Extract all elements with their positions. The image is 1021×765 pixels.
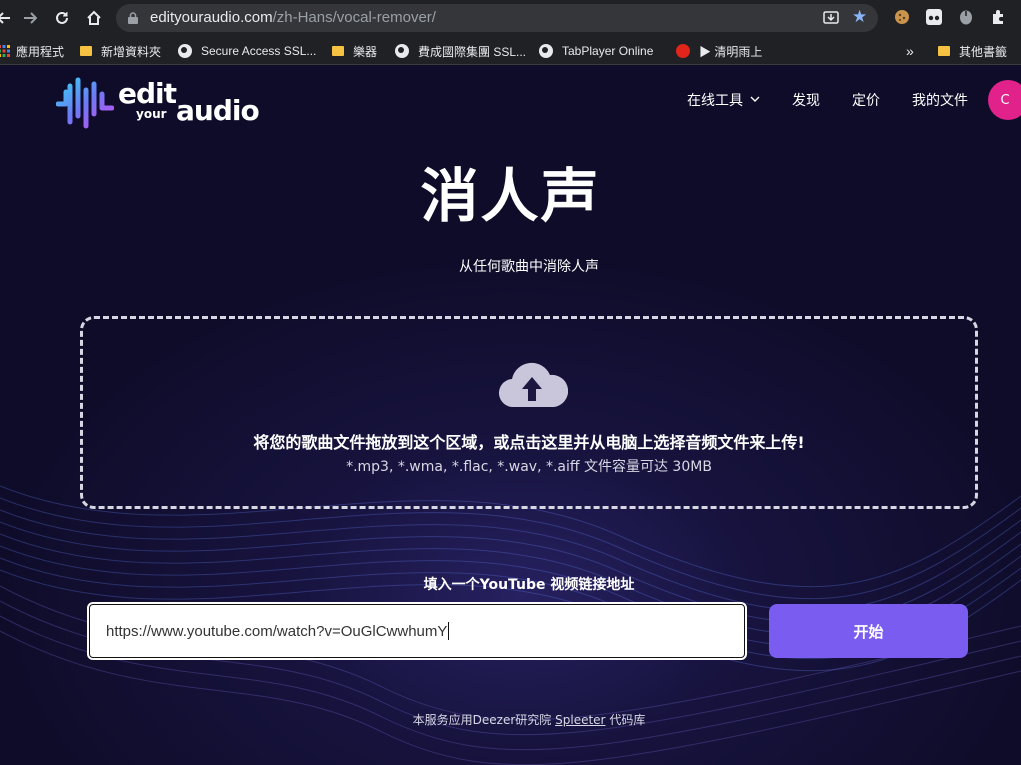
bookmark-label: 應用程式: [16, 44, 65, 59]
bookmark-label: ▶ 清明雨上: [699, 44, 763, 59]
cookie-extension-icon[interactable]: [892, 7, 912, 27]
dropzone-instruction: 将您的歌曲文件拖放到这个区域，或点击这里并从电脑上选择音频文件来上传!: [253, 433, 805, 452]
address-bar[interactable]: edityouraudio.com/zh-Hans/vocal-remover/…: [116, 4, 878, 32]
bookmark-secure-access-ssl[interactable]: Secure Access SSL...: [178, 42, 316, 60]
footer-prefix: 本服务应用Deezer研究院: [412, 713, 552, 727]
url-host: edityouraudio.com: [150, 9, 273, 26]
bookmark-label: 費成國際集團 SSL...: [418, 44, 527, 59]
youtube-link-label: 填入一个YouTube 视频链接地址: [423, 577, 635, 593]
forward-icon[interactable]: [16, 4, 44, 32]
youtube-url-input[interactable]: https://www.youtube.com/watch?v=OuGlCwwh…: [87, 602, 747, 660]
folder-icon: [938, 46, 950, 56]
bookmark-instruments[interactable]: 樂器: [332, 42, 377, 60]
text-caret: [448, 622, 450, 640]
url-text[interactable]: edityouraudio.com/zh-Hans/vocal-remover/: [150, 9, 436, 26]
browser-toolbar: edityouraudio.com/zh-Hans/vocal-remover/…: [0, 0, 1021, 36]
bookmark-qingming-yushang[interactable]: ▶ 清明雨上: [676, 42, 762, 60]
reload-icon[interactable]: [48, 4, 76, 32]
nav-pricing[interactable]: 定价: [852, 90, 880, 110]
file-dropzone[interactable]: 将您的歌曲文件拖放到这个区域，或点击这里并从电脑上选择音频文件来上传! *.mp…: [80, 316, 978, 509]
spleeter-link[interactable]: Spleeter: [555, 713, 605, 727]
bookmarks-overflow-button[interactable]: »: [906, 42, 914, 60]
bookmarks-bar: 應用程式 新增資料夾 Secure Access SSL... 樂器 費成國際集…: [0, 36, 1021, 65]
logo-text-edit: edit: [118, 77, 177, 110]
folder-icon: [80, 46, 92, 56]
bookmark-apps[interactable]: 應用程式: [0, 42, 64, 60]
bookmark-feicheng-ssl[interactable]: 費成國際集團 SSL...: [395, 42, 526, 60]
start-button[interactable]: 开始: [769, 604, 968, 658]
extension-glasses-icon[interactable]: [924, 7, 944, 27]
logo-text-your: your: [136, 107, 167, 121]
bookmark-label: 其他書籤: [959, 44, 1008, 59]
logo-text-audio: audio: [176, 94, 260, 127]
chevron-down-icon: [750, 96, 760, 102]
bookmark-label: 樂器: [353, 44, 378, 59]
url-path: /zh-Hans/vocal-remover/: [272, 9, 436, 26]
folder-icon: [332, 46, 344, 56]
page-title: 消人声: [420, 162, 601, 230]
bookmark-star-icon[interactable]: ★: [852, 7, 867, 27]
nav-online-tools-label: 在线工具: [687, 93, 743, 109]
audio-waveform-logo-icon: [56, 77, 114, 129]
user-avatar[interactable]: C: [988, 80, 1021, 120]
nav-discover[interactable]: 发现: [792, 90, 820, 110]
footer-credit: 本服务应用Deezer研究院 Spleeter 代码库: [0, 711, 1021, 728]
puzzle-extensions-icon[interactable]: [988, 7, 1008, 27]
apps-grid-icon: [0, 45, 10, 57]
nav-online-tools[interactable]: 在线工具: [687, 90, 760, 110]
home-icon[interactable]: [80, 4, 108, 32]
bookmark-new-folder[interactable]: 新增資料夾: [80, 42, 161, 60]
install-app-icon[interactable]: [822, 9, 840, 27]
globe-icon: [395, 44, 409, 58]
bookmark-label: 新增資料夾: [101, 44, 162, 59]
bookmark-label: TabPlayer Online: [562, 44, 654, 58]
dropzone-formats: *.mp3, *.wma, *.flac, *.wav, *.aiff 文件容量…: [346, 459, 712, 475]
nav-my-files[interactable]: 我的文件: [912, 90, 968, 110]
footer-suffix: 代码库: [609, 713, 646, 727]
cloud-upload-icon: [498, 362, 568, 408]
youtube-url-value: https://www.youtube.com/watch?v=OuGlCwwh…: [106, 622, 448, 640]
bookmark-label: Secure Access SSL...: [201, 44, 317, 58]
netease-music-icon: [676, 44, 690, 58]
extension-mouse-icon[interactable]: [956, 7, 976, 27]
site-logo[interactable]: edit your audio: [56, 74, 276, 130]
page-subtitle: 从任何歌曲中消除人声: [459, 259, 599, 275]
page: edit your audio 在线工具 发现 定价 我的文件 C 消人声 从任…: [0, 66, 1021, 765]
bookmark-other[interactable]: 其他書籤: [938, 42, 1007, 60]
bookmark-tabplayer[interactable]: TabPlayer Online: [539, 42, 653, 60]
globe-icon: [178, 44, 192, 58]
lock-icon[interactable]: [128, 12, 138, 24]
globe-icon: [539, 44, 553, 58]
